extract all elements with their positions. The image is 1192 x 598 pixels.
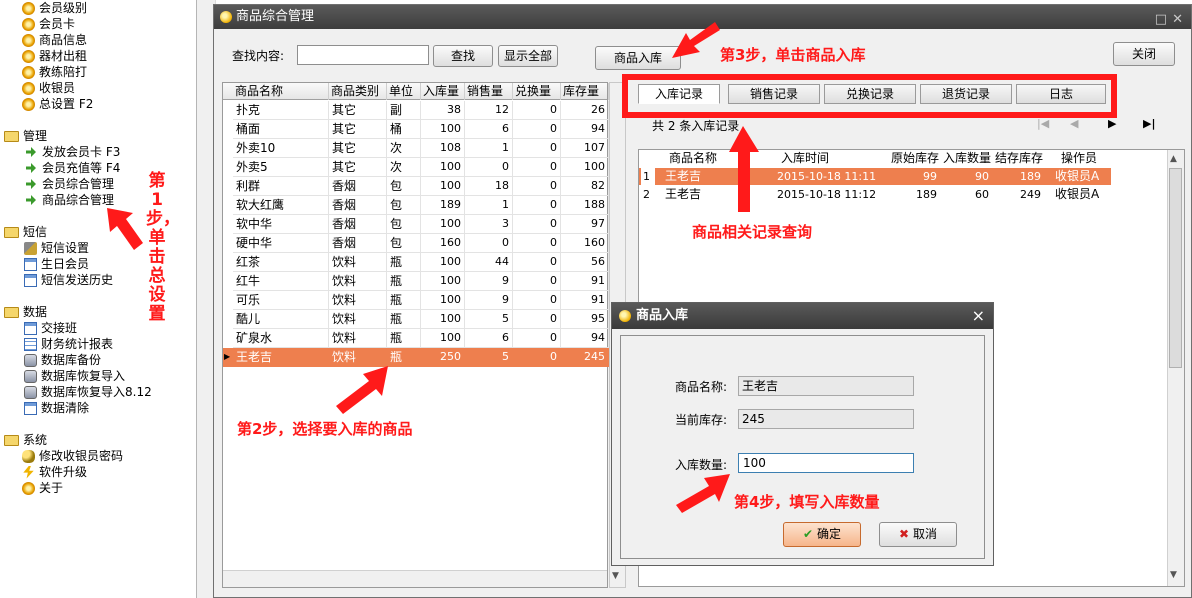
arrow-icon bbox=[676, 474, 730, 513]
annotation-arrows bbox=[107, 22, 759, 513]
arrow-icon bbox=[672, 22, 720, 58]
arrow-icon bbox=[107, 208, 143, 250]
arrow-icon bbox=[729, 126, 759, 212]
arrow-icon bbox=[336, 366, 388, 414]
